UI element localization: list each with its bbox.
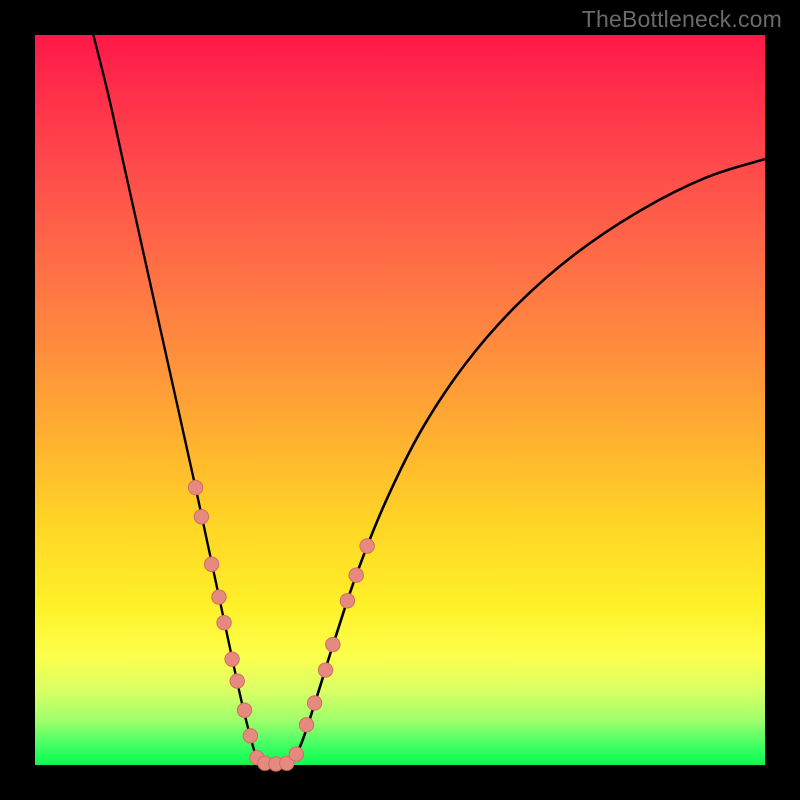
watermark-text: TheBottleneck.com: [582, 6, 782, 33]
data-marker: [289, 747, 303, 761]
data-marker: [340, 594, 354, 608]
data-marker: [243, 729, 257, 743]
data-marker: [326, 637, 340, 651]
curve-group: [93, 35, 765, 764]
data-marker: [217, 615, 231, 629]
data-marker: [194, 510, 208, 524]
data-marker: [360, 539, 374, 553]
chart-root: TheBottleneck.com: [0, 0, 800, 800]
data-marker: [307, 696, 321, 710]
data-marker: [237, 703, 251, 717]
data-marker: [349, 568, 363, 582]
data-marker: [225, 652, 239, 666]
data-marker: [204, 557, 218, 571]
plot-area: [35, 35, 765, 765]
chart-svg: [35, 35, 765, 765]
data-marker: [299, 718, 313, 732]
data-marker: [230, 674, 244, 688]
data-marker: [188, 480, 202, 494]
marker-group: [188, 480, 374, 771]
data-marker: [212, 590, 226, 604]
curve-right-branch: [291, 159, 766, 763]
data-marker: [318, 663, 332, 677]
